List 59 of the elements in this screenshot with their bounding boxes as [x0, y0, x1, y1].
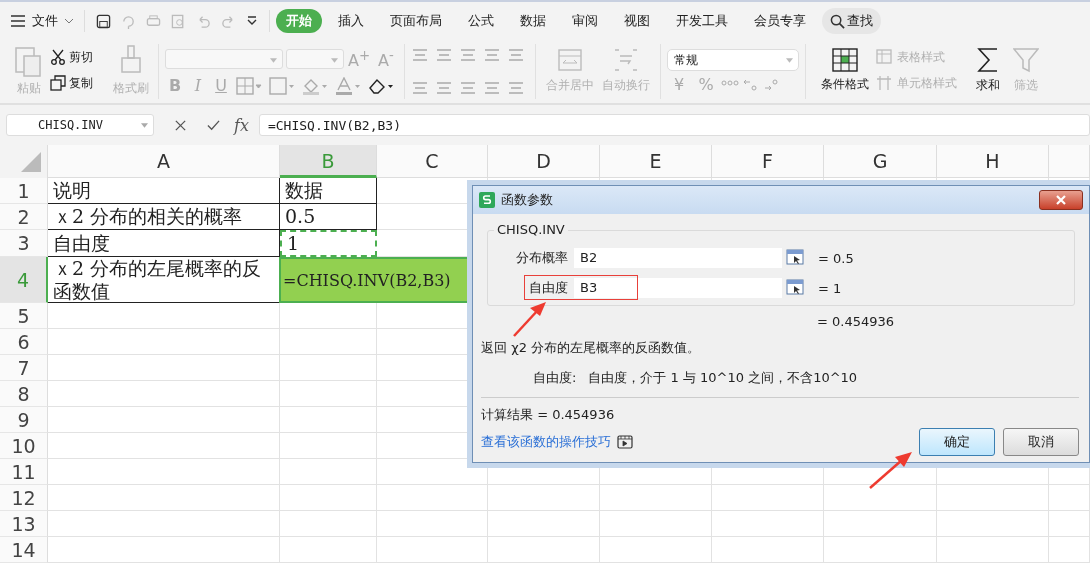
row-header[interactable]: 14	[0, 537, 48, 564]
ribbon-button[interactable]: 求和	[970, 46, 1006, 94]
row-header[interactable]: 2	[0, 204, 48, 230]
name-box[interactable]: CHISQ.INV	[6, 114, 154, 136]
row-header[interactable]: 9	[0, 407, 48, 434]
row-header[interactable]: 12	[0, 485, 48, 512]
menu-tab[interactable]: 开发工具	[666, 9, 738, 33]
search-button[interactable]: 查找	[822, 8, 881, 34]
menu-tab[interactable]: 审阅	[562, 9, 608, 33]
argument-value: = 0.5	[818, 250, 854, 266]
row-header[interactable]: 5	[0, 303, 48, 330]
argument-help-label: 自由度:	[533, 369, 577, 387]
function-name: CHISQ.INV	[494, 222, 568, 237]
column-header[interactable]: D	[488, 145, 600, 178]
menu-tab[interactable]: 页面布局	[380, 9, 452, 33]
argument-value: = 1	[818, 280, 842, 296]
column-header[interactable]: A	[48, 145, 280, 178]
argument-field[interactable]: B3	[574, 278, 782, 298]
insert-function-button[interactable]: fx	[234, 115, 249, 135]
menu-tab[interactable]: 公式	[458, 9, 504, 33]
table-cell: 数据	[280, 178, 377, 204]
table-cell: ｘ2 分布的相关的概率	[48, 204, 280, 230]
dialog-button[interactable]: 取消	[1003, 428, 1079, 456]
row-header[interactable]: 6	[0, 329, 48, 356]
row-header[interactable]: 1	[0, 178, 48, 204]
column-header[interactable]: F	[712, 145, 824, 178]
row-header[interactable]: 3	[0, 230, 48, 257]
help-link[interactable]: 查看该函数的操作技巧	[481, 433, 611, 451]
ribbon-button[interactable]: 复制	[50, 74, 110, 92]
row-header[interactable]: 11	[0, 459, 48, 486]
row-header[interactable]: 8	[0, 381, 48, 408]
ribbon-button[interactable]: 剪切	[50, 48, 110, 66]
row-header[interactable]: 7	[0, 355, 48, 382]
dialog-button[interactable]: 确定	[919, 428, 995, 456]
table-cell: 说明	[48, 178, 280, 204]
argument-label: 自由度	[528, 279, 568, 297]
table-cell: 自由度	[48, 230, 280, 257]
column-header[interactable]: G	[824, 145, 937, 178]
column-header[interactable]: H	[937, 145, 1049, 178]
column-header[interactable]: E	[600, 145, 712, 178]
formula-result: = 0.454936	[817, 314, 896, 329]
file-menu[interactable]: 文件	[10, 12, 74, 30]
column-header[interactable]: C	[377, 145, 488, 178]
table-cell: 0.5	[280, 204, 377, 230]
calculation-result: 计算结果 = 0.454936	[481, 406, 616, 424]
number-format-dropdown[interactable]: 常规	[667, 49, 799, 71]
menu-tab[interactable]: 数据	[510, 9, 556, 33]
row-header[interactable]: 13	[0, 511, 48, 538]
argument-help-text: 自由度，介于 1 与 10^10 之间，不含10^10	[588, 369, 858, 387]
formula-input[interactable]: =CHISQ.INV(B2,B3)	[258, 114, 1090, 136]
row-header[interactable]: 10	[0, 433, 48, 460]
argument-label: 分布概率	[515, 249, 568, 267]
function-description: 返回 χ2 分布的左尾概率的反函数值。	[481, 339, 702, 357]
menu-tab[interactable]: 会员专享	[744, 9, 816, 33]
argument-field[interactable]: B2	[574, 248, 782, 268]
ribbon-button[interactable]: 条件格式	[814, 47, 876, 93]
menu-tab[interactable]: 插入	[328, 9, 374, 33]
dialog-title: 函数参数	[501, 191, 553, 209]
menu-tab[interactable]: 视图	[614, 9, 660, 33]
